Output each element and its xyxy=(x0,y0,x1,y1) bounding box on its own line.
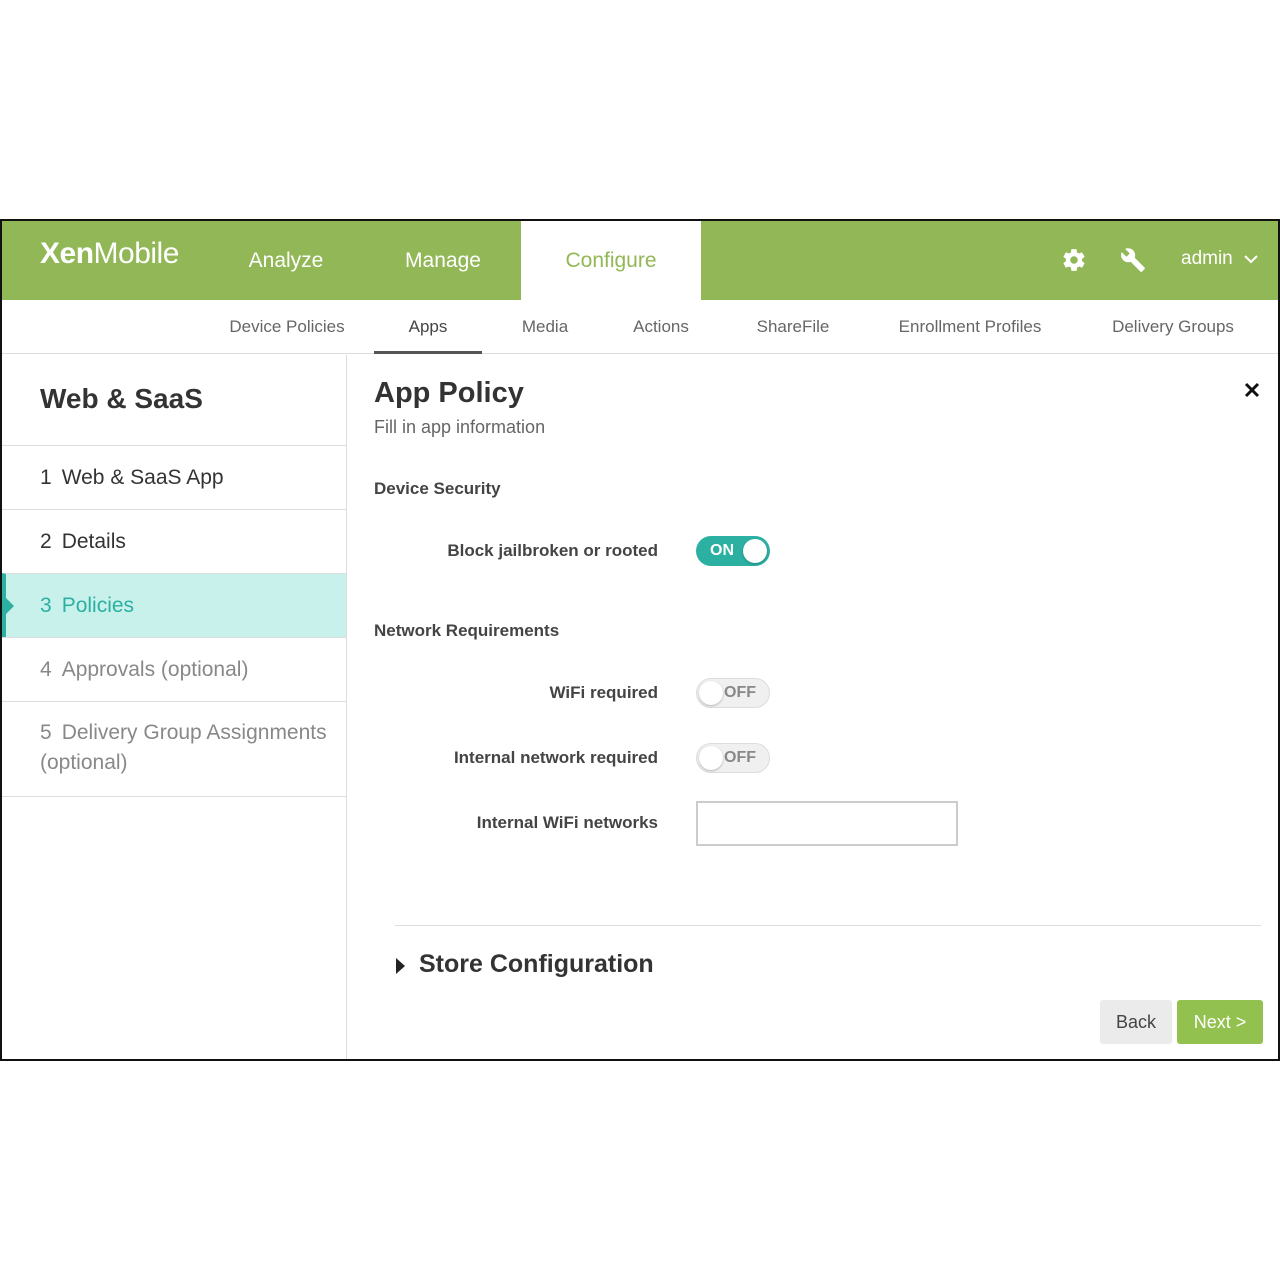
nav-configure[interactable]: Configure xyxy=(521,221,701,300)
chevron-down-icon xyxy=(1244,255,1258,264)
gear-icon[interactable] xyxy=(1061,247,1087,273)
active-step-marker xyxy=(6,598,14,614)
toggle-knob xyxy=(699,746,723,770)
subnav-actions[interactable]: Actions xyxy=(624,300,698,354)
next-button[interactable]: Next > xyxy=(1177,1000,1263,1044)
wizard-sidebar: Web & SaaS 1 Web & SaaS App 2 Details 3 Pol… xyxy=(2,355,347,1059)
subnav-delivery-groups[interactable]: Delivery Groups xyxy=(1106,300,1240,354)
xenmobile-logo: XenMobile xyxy=(40,237,179,270)
main-content: App Policy Fill in app information Devic… xyxy=(348,355,1278,1059)
subnav-sharefile[interactable]: ShareFile xyxy=(750,300,836,354)
sidebar-title: Web & SaaS xyxy=(40,383,203,414)
step-details[interactable]: 2 Details xyxy=(2,509,346,573)
wrench-icon[interactable] xyxy=(1120,247,1146,273)
page-subtitle: Fill in app information xyxy=(374,417,546,437)
step-delivery-group-assignments[interactable]: 5 Delivery Group Assignments (optional) xyxy=(2,701,346,797)
nav-analyze[interactable]: Analyze xyxy=(224,221,348,300)
app-window: XenMobile Analyze Manage Configure admin… xyxy=(0,219,1280,1061)
toggle-knob xyxy=(743,539,767,563)
subnav-device-policies[interactable]: Device Policies xyxy=(224,300,350,354)
user-name: admin xyxy=(1181,248,1233,269)
network-requirements-heading: Network Requirements xyxy=(374,621,560,640)
internal-network-toggle[interactable]: OFF xyxy=(696,743,770,773)
device-security-heading: Device Security xyxy=(374,479,501,498)
subnav-enrollment-profiles[interactable]: Enrollment Profiles xyxy=(890,300,1050,354)
wifi-required-toggle[interactable]: OFF xyxy=(696,678,770,708)
block-jailbroken-label: Block jailbroken or rooted xyxy=(447,541,658,560)
subnav-media[interactable]: Media xyxy=(508,300,582,354)
block-jailbroken-toggle[interactable]: ON xyxy=(696,536,770,566)
nav-manage[interactable]: Manage xyxy=(372,221,514,300)
internal-wifi-label: Internal WiFi networks xyxy=(476,813,658,832)
store-configuration-toggle[interactable]: Store Configuration xyxy=(396,945,654,983)
wifi-required-label: WiFi required xyxy=(549,683,658,702)
internal-wifi-input[interactable] xyxy=(696,801,958,846)
back-button[interactable]: Back xyxy=(1100,1000,1172,1044)
divider xyxy=(395,925,1261,926)
page-title: App Policy xyxy=(374,377,524,409)
top-navigation-bar: XenMobile Analyze Manage Configure admin xyxy=(2,221,1278,300)
subnav-apps[interactable]: Apps xyxy=(374,300,482,354)
user-menu[interactable]: admin xyxy=(1181,221,1258,300)
sub-navigation: Device Policies Apps Media Actions Share… xyxy=(2,300,1278,354)
close-icon[interactable] xyxy=(1243,381,1261,399)
step-approvals[interactable]: 4 Approvals (optional) xyxy=(2,637,346,701)
caret-right-icon xyxy=(396,957,405,974)
internal-network-label: Internal network required xyxy=(453,748,658,767)
step-policies[interactable]: 3 Policies xyxy=(2,573,346,637)
step-web-saas-app[interactable]: 1 Web & SaaS App xyxy=(2,445,346,509)
toggle-knob xyxy=(699,681,723,705)
